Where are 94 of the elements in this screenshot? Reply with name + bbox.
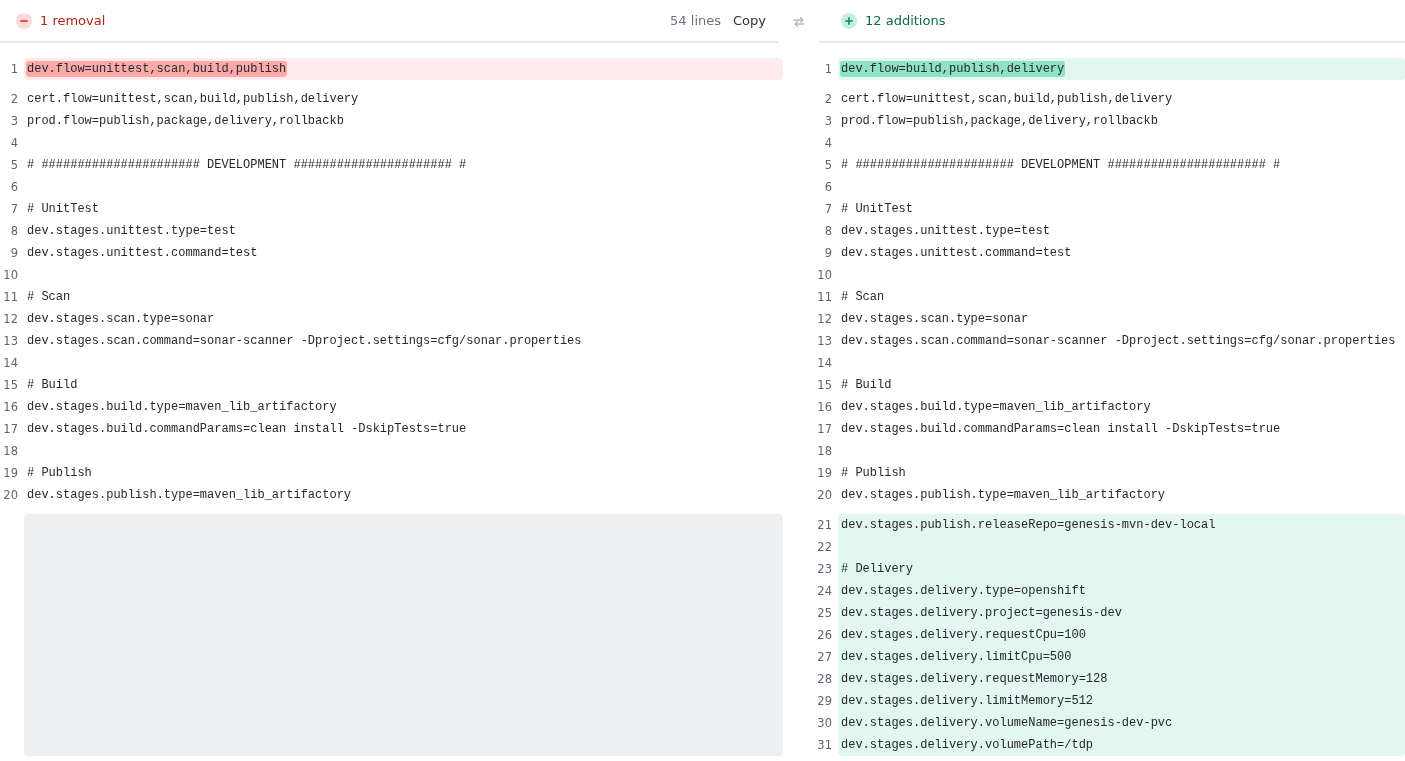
code-line: dev.stages.scan.type=sonar [840,311,1030,327]
added-line: dev.stages.delivery.type=openshift [840,583,1087,599]
code-line: dev.stages.unittest.type=test [26,223,237,239]
line-number: 19 [816,465,833,482]
code-line: dev.stages.publish.type=maven_lib_artifactory [840,487,1167,503]
code-line: dev.stages.build.commandParams=clean install -DskipTests=true [840,421,1282,437]
line-number: 11 [2,289,19,306]
line-number: 4 [823,135,833,152]
line-number: 15 [816,377,833,394]
line-number: 8 [9,223,19,240]
code-line: dev.stages.scan.type=sonar [26,311,216,327]
added-line: # Delivery [840,561,914,577]
code-line: dev.stages.unittest.command=test [840,245,1073,261]
line-number: 18 [816,443,833,460]
line-number: 4 [9,135,19,152]
line-number: 26 [816,627,833,644]
code-line: # Build [26,377,79,393]
line-number: 27 [816,649,833,666]
line-number: 10 [2,267,19,284]
code-line: dev.stages.scan.command=sonar-scanner -Dproject.settings=cfg/sonar.properties [26,333,583,349]
line-number: 9 [9,245,19,262]
line-number: 2 [823,91,833,108]
line-number: 2 [9,91,19,108]
copy-button[interactable]: Copy [733,13,766,28]
code-line: dev.stages.publish.type=maven_lib_artifactory [26,487,353,503]
code-line: # Build [840,377,893,393]
line-number: 30 [816,715,833,732]
code-line: # Publish [840,465,907,481]
line-number: 20 [816,487,833,504]
line-number: 9 [823,245,833,262]
code-line: # Publish [26,465,93,481]
added-line: dev.stages.delivery.limitMemory=512 [840,693,1095,709]
added-line: dev.stages.delivery.requestMemory=128 [840,671,1109,687]
line-number: 19 [2,465,19,482]
code-line: dev.stages.scan.command=sonar-scanner -Dproject.settings=cfg/sonar.properties [840,333,1397,349]
line-number: 28 [816,671,833,688]
code-line: cert.flow=unittest,scan,build,publish,delivery [26,91,360,107]
line-number: 24 [816,583,833,600]
line-number: 15 [2,377,19,394]
code-line: # Scan [840,289,886,305]
line-number: 1 [823,61,833,78]
line-number: 20 [2,487,19,504]
code-line: dev.stages.unittest.command=test [26,245,259,261]
line-number: 13 [816,333,833,350]
line-number: 17 [2,421,19,438]
code-line: # Scan [26,289,72,305]
line-number: 22 [816,539,833,556]
code-line: # ###################### DEVELOPMENT ###################### # [26,157,468,173]
code-line: cert.flow=unittest,scan,build,publish,delivery [840,91,1174,107]
added-line: dev.stages.delivery.project=genesis-dev [840,605,1123,621]
line-number: 17 [816,421,833,438]
added-line: dev.stages.delivery.volumeName=genesis-dev-pvc [840,715,1174,731]
change-summary: 12 additions [865,13,946,28]
line-count: 54 lines [670,13,721,28]
line-number: 6 [9,179,19,196]
code-line: prod.flow=publish,package,delivery,rollbackb [840,113,1159,129]
line-number: 18 [2,443,19,460]
code-line: dev.stages.build.commandParams=clean install -DskipTests=true [26,421,468,437]
line-number: 10 [816,267,833,284]
added-line: dev.stages.delivery.limitCpu=500 [840,649,1073,665]
line-number: 23 [816,561,833,578]
swap-icon[interactable] [791,15,806,28]
line-number: 8 [823,223,833,240]
line-number: 31 [816,737,833,754]
line-number: 11 [816,289,833,306]
change-summary: 1 removal [40,13,106,28]
code-line: # UnitTest [840,201,914,217]
code-line: prod.flow=publish,package,delivery,rollbackb [26,113,345,129]
line-number: 6 [823,179,833,196]
line-number: 12 [816,311,833,328]
line-number: 16 [2,399,19,416]
added-line: dev.stages.delivery.requestCpu=100 [840,627,1087,643]
code-line: # ###################### DEVELOPMENT ###################### # [840,157,1282,173]
code-line: dev.stages.build.type=maven_lib_artifactory [840,399,1152,415]
line-number: 25 [816,605,833,622]
added-line: dev.stages.publish.releaseRepo=genesis-mvn-dev-local [840,517,1217,533]
line-number: 14 [2,355,19,372]
line-number: 5 [9,157,19,174]
line-number: 13 [2,333,19,350]
code-line: dev.stages.unittest.type=test [840,223,1051,239]
line-number: 7 [823,201,833,218]
added-line: dev.stages.delivery.volumePath=/tdp [840,737,1095,753]
code-line: dev.stages.build.type=maven_lib_artifactory [26,399,338,415]
line-number: 3 [823,113,833,130]
line-number: 14 [816,355,833,372]
line-number: 29 [816,693,833,710]
code-line: # UnitTest [26,201,100,217]
line-number: 5 [823,157,833,174]
line-number: 16 [816,399,833,416]
line-number: 12 [2,311,19,328]
line-number: 1 [9,61,19,78]
line-number: 7 [9,201,19,218]
line-number: 3 [9,113,19,130]
line-number: 21 [816,517,833,534]
